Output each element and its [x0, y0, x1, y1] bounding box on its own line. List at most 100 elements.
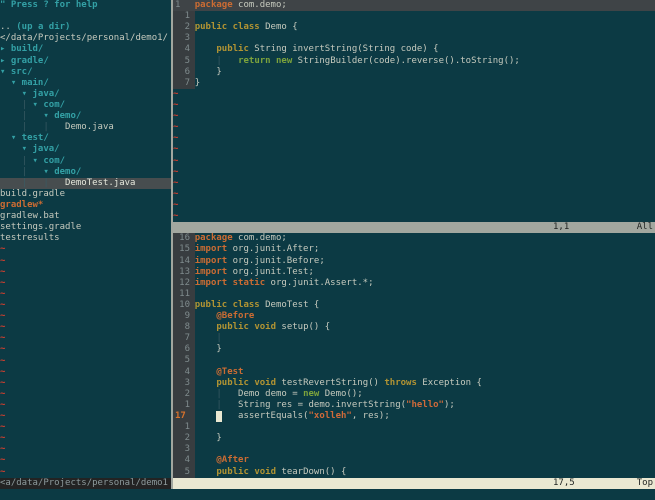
code-line[interactable]: 3 — [173, 33, 655, 44]
code-line[interactable]: 6 } — [173, 67, 655, 78]
line-number-cell: 17 — [173, 411, 195, 422]
tree-node-label: ▾ com/ — [33, 100, 66, 110]
code-line[interactable]: 4 @After — [173, 455, 655, 466]
text-token: org.junit.Assert.*; — [265, 278, 373, 288]
line-number-cell: 4 — [173, 367, 195, 378]
code-line[interactable]: 1 — [173, 422, 655, 433]
tree-item-java-test[interactable]: ▾ java/ — [0, 144, 171, 155]
code-line[interactable]: 8 public void setup() { — [173, 322, 655, 333]
code-line[interactable]: 1 — [173, 11, 655, 22]
text-token — [195, 378, 217, 388]
editor-window-demo-java[interactable]: 1package com.demo;12public class Demo {3… — [173, 0, 655, 222]
code-line[interactable]: 4 @Test — [173, 367, 655, 378]
code-line[interactable]: 14import org.junit.Before; — [173, 256, 655, 267]
editor-window-demotest-java[interactable]: 16package com.demo;15import org.junit.Af… — [173, 233, 655, 477]
code-line[interactable]: 9 @Before — [173, 311, 655, 322]
vim-terminal: " Press ? for help .. (up a dir)</data/Pr… — [0, 0, 655, 500]
tilde-icon: ~ — [173, 167, 178, 177]
line-number-cell: 2 — [173, 22, 195, 33]
code-line[interactable]: 17 assertEquals("xolleh", res); — [173, 411, 655, 422]
text-token: setup() { — [276, 322, 330, 332]
line-number: 7 — [173, 333, 190, 344]
line-number: 5 — [173, 355, 190, 366]
tilde-icon: ~ — [0, 444, 5, 454]
text-token — [195, 311, 217, 321]
empty-line-marker: ~ — [0, 356, 171, 367]
tree-item-testresults[interactable]: testresults — [0, 233, 171, 244]
text-token: "xolleh" — [308, 411, 351, 421]
tree-node-label: ▾ src/ — [0, 67, 33, 77]
tree-item-java[interactable]: ▾ java/ — [0, 89, 171, 100]
tree-item-com[interactable]: │ ▾ com/ — [0, 100, 171, 111]
code-line[interactable]: 7 │ — [173, 333, 655, 344]
text-token: Demo { — [260, 22, 298, 32]
code-line[interactable]: 10public class DemoTest { — [173, 300, 655, 311]
tree-item-build[interactable]: ▸ build/ — [0, 44, 171, 55]
tree-item-src[interactable]: ▾ src/ — [0, 67, 171, 78]
tilde-icon: ~ — [0, 422, 5, 432]
code-line[interactable]: 4 public String invertString(String code… — [173, 44, 655, 55]
tree-item-demo-test[interactable]: │ ▾ demo/ — [0, 167, 171, 178]
text-token: Demo(); — [319, 389, 362, 399]
code-line[interactable]: 6 } — [173, 344, 655, 355]
code-line[interactable]: 5 public void tearDown() { — [173, 467, 655, 478]
text-token — [195, 389, 217, 399]
code-line[interactable]: 2 │ Demo demo = new Demo(); — [173, 389, 655, 400]
tree-item[interactable] — [0, 11, 171, 22]
tree-item-gradlew.bat[interactable]: gradlew.bat — [0, 211, 171, 222]
text-token: @Test — [216, 367, 243, 377]
code-line[interactable]: 3 — [173, 444, 655, 455]
code-line[interactable]: 2public class Demo { — [173, 22, 655, 33]
statusline-demo-java[interactable]: src/main/java/com/demo/Demo.java 1,1 All — [173, 222, 655, 233]
code-line[interactable]: 11 — [173, 289, 655, 300]
nerdtree-panel[interactable]: " Press ? for help .. (up a dir)</data/Pr… — [0, 0, 171, 489]
code-line[interactable]: 7} — [173, 78, 655, 89]
code-line[interactable]: 13import org.junit.Test; — [173, 267, 655, 278]
empty-line-marker: ~ — [0, 322, 171, 333]
tree-item[interactable]: .. (up a dir) — [0, 22, 171, 33]
tree-item-build.gradle[interactable]: build.gradle — [0, 189, 171, 200]
tree-item-DemoTest.java[interactable]: │ │ DemoTest.java — [0, 178, 171, 189]
tree-item-settings.gradle[interactable]: settings.gradle — [0, 222, 171, 233]
nerdtree-statusline: <a/data/Projects/personal/demo1 — [0, 478, 171, 489]
code-line[interactable]: 2 } — [173, 433, 655, 444]
code-line[interactable]: 5 │ return new StringBuilder(code).rever… — [173, 56, 655, 67]
tree-item-gradlew[interactable]: gradlew* — [0, 200, 171, 211]
command-line: -- VISUAL -- — [0, 489, 655, 500]
code-line[interactable]: 1 │ String res = demo.invertString("hell… — [173, 400, 655, 411]
text-token: ); — [444, 400, 455, 410]
line-number-cell: 1 — [173, 400, 195, 411]
cursor-position: 1,1 — [553, 222, 569, 233]
text-token — [195, 44, 217, 54]
line-number-cell: 5 — [173, 355, 195, 366]
tree-item[interactable]: </data/Projects/personal/demo1/ — [0, 33, 171, 44]
tilde-icon: ~ — [173, 133, 178, 143]
code-line[interactable]: 12import static org.junit.Assert.*; — [173, 278, 655, 289]
text-token — [195, 322, 217, 332]
tilde-icon: ~ — [173, 89, 178, 99]
scroll-indicator: All — [637, 222, 653, 233]
code-line[interactable]: 1package com.demo; — [173, 0, 655, 11]
line-number: 3 — [173, 444, 190, 455]
tree-item-test[interactable]: ▾ test/ — [0, 133, 171, 144]
tree-item-main[interactable]: ▾ main/ — [0, 78, 171, 89]
tree-item[interactable]: " Press ? for help — [0, 0, 171, 11]
line-number: 15 — [173, 244, 190, 255]
tilde-icon: ~ — [173, 144, 178, 154]
code-line[interactable]: 5 — [173, 355, 655, 366]
tree-item-com-test[interactable]: │ ▾ com/ — [0, 156, 171, 167]
text-token: new — [276, 56, 292, 66]
tree-node-label: ▾ demo/ — [43, 111, 81, 121]
line-number: 11 — [173, 289, 190, 300]
text-token — [195, 400, 217, 410]
tree-item-demo[interactable]: │ ▾ demo/ — [0, 111, 171, 122]
empty-line-marker: ~ — [0, 344, 171, 355]
tree-item-gradle[interactable]: ▸ gradle/ — [0, 56, 171, 67]
line-number: 16 — [173, 233, 190, 244]
code-line[interactable]: 15import org.junit.After; — [173, 244, 655, 255]
tree-item-Demo.java[interactable]: │ │ Demo.java — [0, 122, 171, 133]
code-line[interactable]: 16package com.demo; — [173, 233, 655, 244]
tilde-icon: ~ — [0, 455, 5, 465]
statusline-demotest-java[interactable]: src/test/java/com/demo/DemoTest.java 17,… — [173, 478, 655, 489]
code-line[interactable]: 3 public void testRevertString() throws … — [173, 378, 655, 389]
